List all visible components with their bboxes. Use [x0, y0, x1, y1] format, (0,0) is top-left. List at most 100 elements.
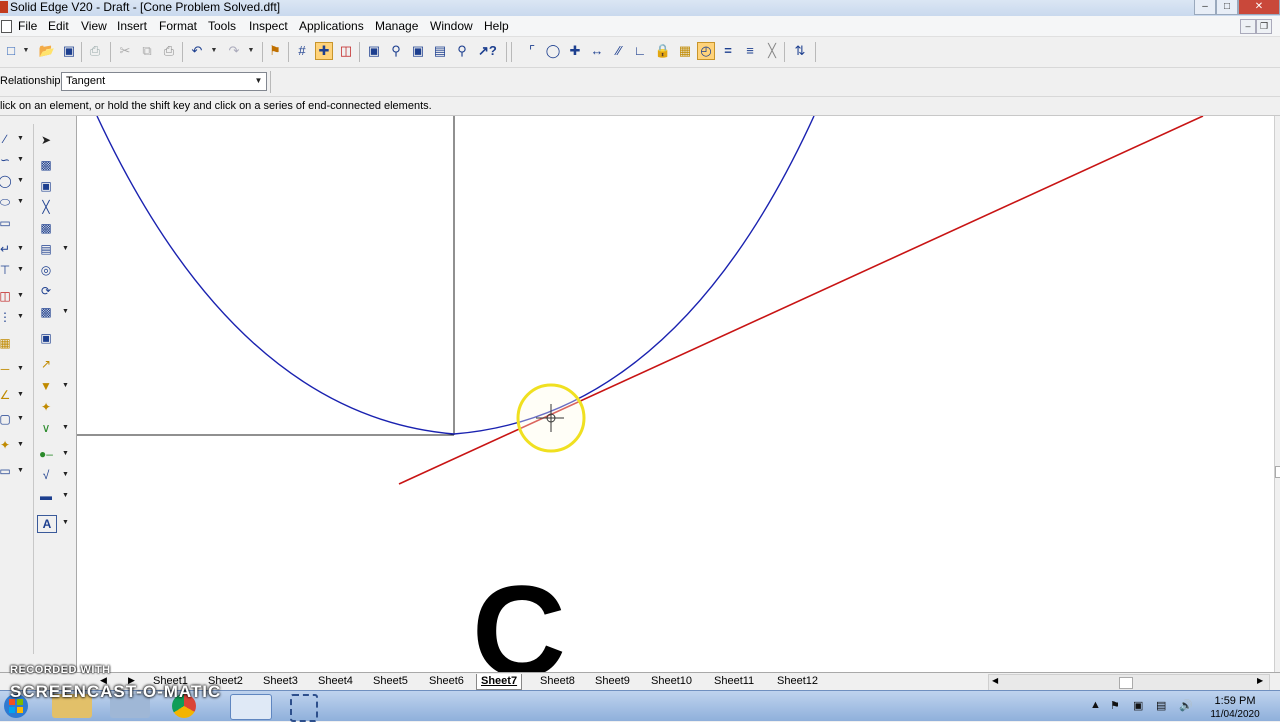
- display-icon[interactable]: ▣: [1133, 699, 1143, 712]
- ellipse-icon[interactable]: ⬭: [0, 194, 14, 210]
- close-button[interactable]: ✕: [1238, 0, 1280, 15]
- print-icon[interactable]: ⎙: [86, 42, 104, 60]
- undo-dropdown-arrow[interactable]: ▼: [210, 42, 218, 60]
- text-leader-dropdown-arrow[interactable]: ▼: [17, 437, 24, 453]
- view-dropdown-arrow[interactable]: ▼: [17, 463, 24, 479]
- drawing-sheet[interactable]: C: [77, 116, 1274, 672]
- perpendicular-icon[interactable]: ∟: [631, 42, 649, 60]
- rotate-copy-icon[interactable]: ▩: [37, 220, 55, 236]
- part-view-icon[interactable]: ▢: [0, 411, 14, 427]
- pan-icon[interactable]: ▤: [431, 42, 449, 60]
- redo-dropdown-arrow[interactable]: ▼: [247, 42, 255, 60]
- sheet-tab[interactable]: Sheet9: [591, 674, 634, 689]
- ellipse-dropdown-arrow[interactable]: ▼: [17, 194, 24, 210]
- open-icon[interactable]: 📂: [38, 42, 56, 60]
- part-view-dropdown-arrow[interactable]: ▼: [17, 411, 24, 427]
- scroll-thumb[interactable]: [1119, 677, 1133, 689]
- sheet-tab[interactable]: Sheet6: [425, 674, 468, 689]
- grid-icon[interactable]: #: [293, 42, 311, 60]
- trim-dropdown-arrow[interactable]: ▼: [17, 262, 24, 278]
- dimension-icon[interactable]: ─: [0, 361, 14, 377]
- undo-icon[interactable]: ↶: [188, 42, 206, 60]
- hatch-icon[interactable]: ▦: [0, 335, 14, 351]
- line-dropdown-arrow[interactable]: ▼: [17, 131, 24, 147]
- mirror-icon[interactable]: ⋮: [0, 309, 14, 325]
- select-arrow-icon[interactable]: ➤: [37, 132, 55, 148]
- snap-icon[interactable]: ✚: [315, 42, 333, 60]
- zoom-tool-icon[interactable]: ⚲: [453, 42, 471, 60]
- sheet-tab[interactable]: Sheet12: [773, 674, 822, 689]
- clock-time[interactable]: 1:59 PM: [1205, 695, 1265, 707]
- menu-edit[interactable]: Edit: [43, 16, 74, 36]
- leader-dropdown-arrow[interactable]: ▼: [62, 446, 69, 462]
- zoom-area-icon[interactable]: ▣: [365, 42, 383, 60]
- trim-icon[interactable]: ⊤: [0, 262, 14, 278]
- scroll-left-icon[interactable]: ◀: [992, 676, 998, 685]
- solid-edge-taskbar-icon[interactable]: [230, 694, 272, 720]
- surface-texture-dropdown-arrow[interactable]: ▼: [62, 467, 69, 483]
- move-copy-icon[interactable]: ▩: [37, 157, 55, 173]
- menu-manage[interactable]: Manage: [370, 16, 423, 36]
- smart-dimension-icon[interactable]: ▼: [37, 378, 55, 394]
- rectangle-icon[interactable]: ▭: [0, 215, 14, 231]
- angle-dimension-icon[interactable]: ∠: [0, 387, 14, 403]
- mirror-dropdown-arrow[interactable]: ▼: [17, 309, 24, 325]
- volume-icon[interactable]: 🔊: [1179, 699, 1193, 712]
- sheet-tab[interactable]: Sheet8: [536, 674, 579, 689]
- group-dropdown-arrow[interactable]: ▼: [62, 304, 69, 320]
- offset-icon[interactable]: ◫: [0, 288, 14, 304]
- menu-applications[interactable]: Applications: [294, 16, 369, 36]
- lock-icon[interactable]: 🔒: [654, 42, 672, 60]
- horizontal-vertical-icon[interactable]: ✚: [566, 42, 584, 60]
- sheet-tab[interactable]: Sheet3: [259, 674, 302, 689]
- fillet-dropdown-arrow[interactable]: ▼: [17, 241, 24, 257]
- save-icon[interactable]: ▣: [60, 42, 78, 60]
- parabola-curve[interactable]: [96, 116, 815, 435]
- whats-this-icon[interactable]: ↗?: [478, 42, 497, 60]
- maximize-button[interactable]: □: [1216, 0, 1238, 15]
- align-icon[interactable]: ▣: [37, 330, 55, 346]
- intellisketch-icon[interactable]: ◫: [337, 42, 355, 60]
- parallel-icon[interactable]: ∕∕: [610, 42, 628, 60]
- clock-date[interactable]: 11/04/2020: [1205, 709, 1265, 720]
- snipping-taskbar-icon[interactable]: [290, 694, 318, 722]
- sheet-tab[interactable]: Sheet4: [314, 674, 357, 689]
- annotation-icon[interactable]: ✦: [37, 399, 55, 415]
- sheet-tab-active[interactable]: Sheet7: [476, 674, 523, 690]
- symmetric-icon[interactable]: ≡: [741, 42, 759, 60]
- collinear-icon[interactable]: ↔: [588, 42, 606, 60]
- split-icon[interactable]: ╳: [37, 199, 55, 215]
- text-icon[interactable]: A: [37, 515, 57, 533]
- menu-inspect[interactable]: Inspect: [244, 16, 293, 36]
- smart-dimension-dropdown-arrow[interactable]: ▼: [62, 378, 69, 394]
- set-axis-icon[interactable]: ⇅: [791, 42, 809, 60]
- scale-icon[interactable]: ▣: [37, 178, 55, 194]
- dimension-style-icon[interactable]: ↗: [37, 356, 55, 372]
- feature-control-dropdown-arrow[interactable]: ▼: [62, 420, 69, 436]
- zoom-icon[interactable]: ⚲: [387, 42, 405, 60]
- sheet-tab[interactable]: Sheet5: [369, 674, 412, 689]
- new-dropdown-arrow[interactable]: ▼: [22, 42, 30, 60]
- document-restore-button[interactable]: ❐: [1256, 19, 1272, 34]
- scroll-right-icon[interactable]: ▶: [1257, 676, 1263, 685]
- tangent-icon[interactable]: ◴: [697, 42, 715, 60]
- scroll-thumb[interactable]: [1275, 466, 1280, 478]
- concentric-icon[interactable]: ◯: [544, 42, 562, 60]
- circle-dropdown-arrow[interactable]: ▼: [17, 173, 24, 189]
- symmetry-axis-icon[interactable]: ╳: [763, 42, 781, 60]
- circle-icon[interactable]: ◯: [0, 173, 14, 189]
- cut-icon[interactable]: ✂: [116, 42, 134, 60]
- line-icon[interactable]: ∕: [0, 131, 14, 147]
- fit-icon[interactable]: ▣: [409, 42, 427, 60]
- rigid-set-icon[interactable]: ▦: [676, 42, 694, 60]
- redo-icon[interactable]: ↷: [225, 42, 243, 60]
- network-icon[interactable]: ▤: [1156, 699, 1166, 712]
- view-icon[interactable]: ▭: [0, 463, 14, 479]
- feature-control-icon[interactable]: ∨: [37, 420, 55, 436]
- drawing-canvas[interactable]: C: [77, 116, 1274, 672]
- menu-window[interactable]: Window: [425, 16, 478, 36]
- dimension-dropdown-arrow[interactable]: ▼: [17, 361, 24, 377]
- copy-icon[interactable]: ⧉: [138, 42, 156, 60]
- menu-format[interactable]: Format: [154, 16, 202, 36]
- text-dropdown-arrow[interactable]: ▼: [62, 515, 69, 531]
